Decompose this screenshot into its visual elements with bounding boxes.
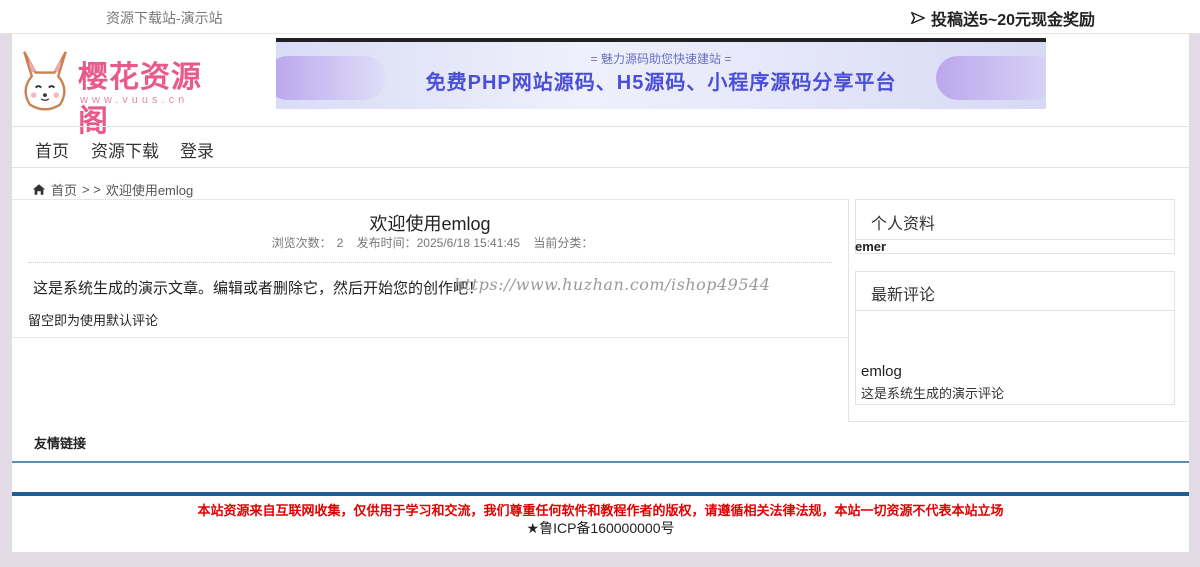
profile-body: [855, 239, 1175, 254]
nav-item-downloads[interactable]: 资源下载: [91, 137, 159, 162]
views-count: 2: [336, 236, 344, 250]
breadcrumb-current: 欢迎使用emlog: [105, 183, 194, 198]
watermark: https://www.huzhan.com/ishop49544: [454, 275, 771, 294]
footer-divider: [12, 461, 1189, 463]
breadcrumb-home[interactable]: 首页: [51, 180, 77, 199]
top-bar: 资源下载站-演示站 投稿送5~20元现金奖励: [0, 0, 1200, 34]
nav-item-home[interactable]: 首页: [35, 137, 69, 162]
copyright-notice: 本站资源来自互联网收集，仅供用于学习和交流，我们尊重任何软件和教程作者的版权，请…: [197, 503, 1004, 518]
home-icon: [32, 184, 46, 195]
comment-text[interactable]: 这是系统生成的演示评论: [861, 383, 1004, 402]
fox-mascot-icon: [23, 51, 67, 111]
banner-subtitle: = 魅力源码助您快速建站 =: [590, 52, 732, 66]
friend-links-title: 友情链接: [34, 436, 87, 451]
page-container: 樱花资源阁 www.vuus.cn = 魅力源码助您快速建站 = 免费PHP网站…: [12, 34, 1190, 552]
views-label: 浏览次数：: [271, 236, 332, 250]
breadcrumb: 首页 > > 欢迎使用emlog: [32, 180, 193, 199]
footer-top-border: [12, 492, 1189, 496]
main-nav: 首页 资源下载 登录: [12, 126, 1189, 168]
widget-divider: [856, 310, 1174, 311]
icp-record[interactable]: ★鲁ICP备160000000号: [12, 518, 1189, 538]
breadcrumb-separator: > >: [82, 182, 101, 197]
banner-headline: 免费PHP网站源码、H5源码、小程序源码分享平台: [425, 72, 897, 94]
site-title[interactable]: 资源下载站-演示站: [106, 8, 223, 28]
banner-ad[interactable]: = 魅力源码助您快速建站 = 免费PHP网站源码、H5源码、小程序源码分享平台: [276, 38, 1046, 109]
comment-author[interactable]: emlog: [861, 363, 902, 380]
header: 樱花资源阁 www.vuus.cn = 魅力源码助您快速建站 = 免费PHP网站…: [12, 34, 1189, 139]
site-logo[interactable]: 樱花资源阁 www.vuus.cn: [16, 44, 216, 139]
post-meta: 浏览次数： 2 发布时间：2025/6/18 15:41:45 当前分类：: [12, 234, 848, 251]
comment-hint: 留空即为使用默认评论: [28, 313, 159, 328]
sidebar: 个人资料 emer 最新评论 emlog 这是系统生成的演示评论: [848, 199, 1190, 422]
post-body: 这是系统生成的演示文章。编辑或者删除它，然后开始您的创作吧！: [33, 280, 484, 297]
nav-item-login[interactable]: 登录: [180, 137, 214, 162]
article: 欢迎使用emlog 浏览次数： 2 发布时间：2025/6/18 15:41:45…: [12, 199, 848, 338]
date-label: 发布时间：: [356, 236, 417, 250]
post-divider: [28, 262, 832, 263]
author-name[interactable]: emer: [855, 239, 886, 254]
post-title: 欢迎使用emlog: [369, 214, 491, 234]
profile-widget-title: 个人资料: [871, 216, 936, 233]
comments-widget: 最新评论 emlog 这是系统生成的演示评论: [855, 271, 1175, 405]
paper-plane-icon: [910, 11, 925, 25]
comments-widget-title: 最新评论: [871, 287, 936, 304]
submit-promo-link[interactable]: 投稿送5~20元现金奖励: [909, 6, 1095, 30]
post-date: 2025/6/18 15:41:45: [416, 236, 521, 250]
category-label: 当前分类：: [533, 236, 594, 250]
profile-widget: 个人资料: [855, 199, 1175, 240]
promo-text: 投稿送5~20元现金奖励: [930, 12, 1095, 29]
logo-url: www.vuus.cn: [80, 94, 189, 106]
